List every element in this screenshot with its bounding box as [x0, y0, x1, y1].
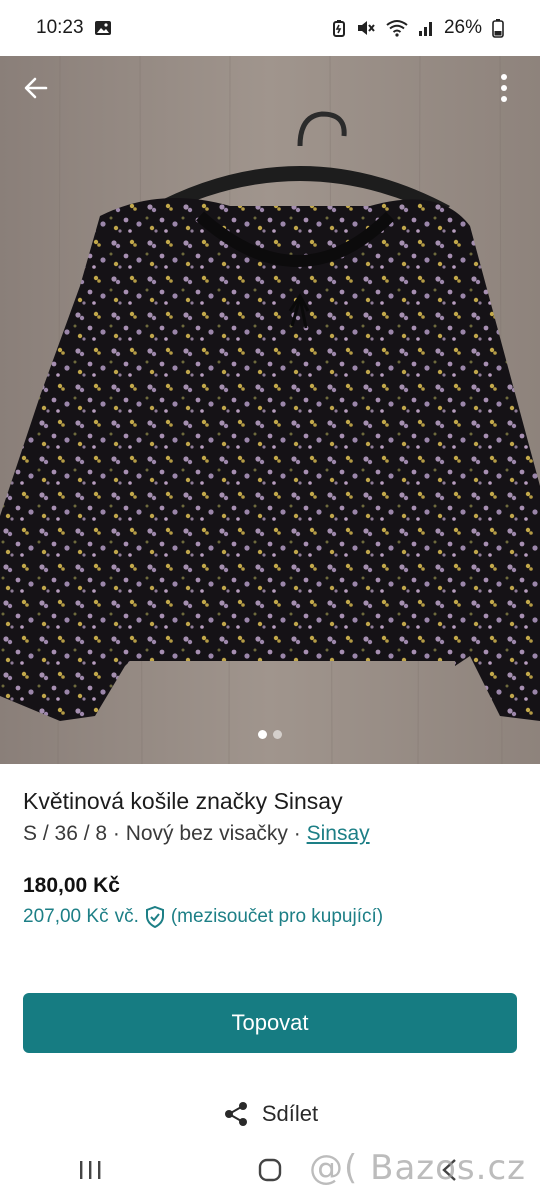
home-button[interactable] — [240, 1145, 300, 1195]
battery-icon — [492, 18, 504, 38]
buyer-price-suffix: vč. — [114, 906, 139, 927]
recent-apps-button[interactable] — [60, 1145, 120, 1195]
more-vertical-icon — [501, 74, 507, 102]
status-time: 10:23 — [36, 17, 84, 38]
status-left: 10:23 — [36, 17, 112, 39]
signal-icon — [418, 19, 434, 37]
more-options-button[interactable] — [482, 66, 526, 110]
share-icon — [224, 1102, 247, 1126]
buyer-price: 207,00 Kč — [23, 906, 109, 927]
back-button[interactable] — [14, 66, 58, 110]
listing-meta: S / 36 / 8 · Nový bez visačky · Sinsay — [23, 822, 370, 846]
share-label: Sdílet — [261, 1101, 319, 1126]
product-photo[interactable] — [0, 56, 540, 764]
status-right: 26% — [332, 17, 504, 39]
buyer-price-note: (mezisoučet pro kupující) — [170, 906, 384, 927]
listing-meta-text: S / 36 / 8 · Nový bez visačky · — [23, 822, 307, 845]
listing-price: 180,00 Kč — [23, 874, 120, 897]
arrow-left-icon — [24, 77, 48, 99]
promote-button[interactable]: Topovat — [23, 993, 517, 1053]
brand-link[interactable]: Sinsay — [307, 822, 370, 845]
home-icon — [258, 1158, 282, 1182]
listing-title: Květinová košile značky Sinsay — [23, 788, 343, 814]
pagination-dot-active[interactable] — [258, 730, 267, 739]
share-button[interactable]: Sdílet — [0, 1100, 540, 1128]
blouse-photo — [0, 56, 540, 764]
wifi-icon — [386, 19, 408, 37]
gallery-pagination — [0, 730, 540, 739]
bazos-watermark: @( Bazos.cz — [309, 1148, 526, 1188]
status-bar: 10:23 26% — [0, 0, 540, 56]
recent-apps-icon — [80, 1161, 101, 1179]
battery-saver-icon — [332, 19, 346, 37]
mute-icon — [356, 19, 376, 37]
shield-check-icon — [145, 906, 164, 928]
battery-percent: 26% — [443, 17, 482, 38]
buyer-price-row[interactable]: 207,00 Kč vč. (mezisoučet pro kupující) — [23, 906, 383, 928]
gallery-notification-icon — [94, 19, 112, 37]
pagination-dot[interactable] — [273, 730, 282, 739]
